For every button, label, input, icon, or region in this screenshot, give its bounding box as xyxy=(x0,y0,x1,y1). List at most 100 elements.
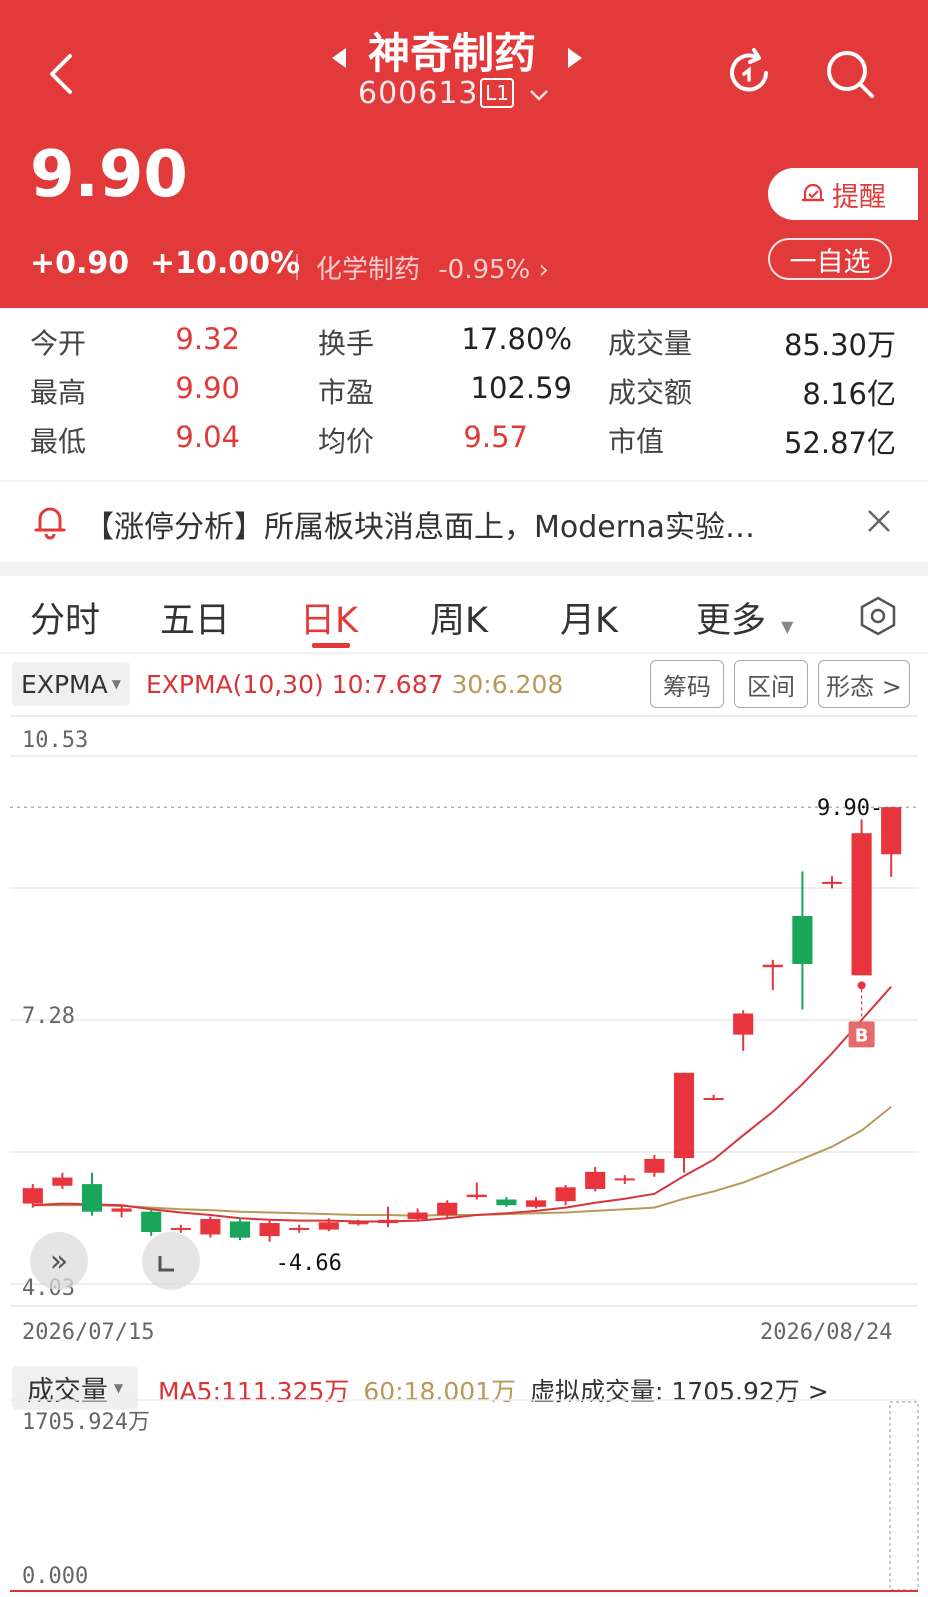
amount-label: 成交额 xyxy=(608,376,693,409)
virtual-volume-bar xyxy=(889,1401,919,1591)
stock-header: 神奇制药 600613 L1 9.90 提醒 +0.90 +10.00% 化学制… xyxy=(0,0,928,308)
watchlist-button[interactable]: 一自选 xyxy=(768,238,892,280)
candle-body xyxy=(111,1208,132,1212)
candle xyxy=(496,1197,517,1207)
pe-value: 102.59 xyxy=(470,371,572,405)
candle xyxy=(525,1197,547,1209)
bell-icon xyxy=(34,507,66,540)
stock-code: 600613 xyxy=(358,76,479,111)
open-value: 9.32 xyxy=(175,322,240,356)
refresh-icon[interactable] xyxy=(722,46,776,100)
candle-body xyxy=(614,1178,635,1181)
buy-marker-label: B xyxy=(855,1025,869,1046)
min-price-marker: -4.66 xyxy=(276,1251,342,1276)
candle-body xyxy=(141,1211,162,1233)
candle-body xyxy=(348,1222,369,1225)
candle-body xyxy=(437,1202,458,1215)
candle-body xyxy=(496,1199,517,1206)
candle-body xyxy=(259,1223,280,1237)
caret-down-icon: ▼ xyxy=(781,617,794,636)
tab-monthly-k[interactable]: 月K xyxy=(560,592,618,643)
x-axis-start-label: 2026/07/15 xyxy=(22,1320,155,1345)
tab-weekly-k[interactable]: 周K xyxy=(430,592,488,643)
candle xyxy=(733,1010,754,1051)
max-price-marker: 9.90- xyxy=(817,796,883,821)
candle xyxy=(703,1094,724,1101)
chips-button[interactable]: 筹码 xyxy=(650,660,724,708)
price-change: +0.90 xyxy=(30,246,130,281)
chevron-down-icon[interactable] xyxy=(528,88,550,102)
low-label: 最低 xyxy=(30,425,87,458)
candle xyxy=(52,1172,73,1189)
candle-body xyxy=(52,1177,73,1186)
candle xyxy=(851,819,872,976)
current-price: 9.90 xyxy=(30,138,188,212)
candle-body xyxy=(81,1184,103,1212)
sector-link[interactable]: 化学制药 -0.95% › xyxy=(316,249,549,286)
candle xyxy=(585,1167,606,1192)
indicator-selector[interactable]: EXPMA ▼ xyxy=(12,662,130,706)
remind-label: 提醒 xyxy=(832,181,886,213)
alarm-icon xyxy=(802,183,824,202)
candle xyxy=(792,871,813,1010)
divider xyxy=(0,562,928,576)
candle-body xyxy=(466,1194,487,1198)
settings-icon[interactable] xyxy=(858,596,898,636)
ema30-value: 30:6.208 xyxy=(451,670,564,699)
ema30-line xyxy=(32,1106,892,1217)
candle-body xyxy=(821,881,843,884)
active-tab-indicator xyxy=(312,643,350,648)
candle-body xyxy=(289,1227,310,1230)
prev-stock-icon[interactable] xyxy=(330,46,348,70)
search-icon[interactable] xyxy=(822,46,878,102)
market-cap-label: 市值 xyxy=(608,425,665,458)
market-cap-value: 52.87亿 xyxy=(783,426,896,460)
caret-down-icon: ▼ xyxy=(113,1381,124,1395)
candle xyxy=(644,1154,665,1177)
close-icon[interactable] xyxy=(866,508,892,534)
candle-body xyxy=(170,1227,191,1230)
y-axis-max-label: 10.53 xyxy=(22,728,89,753)
candle-body xyxy=(525,1200,547,1207)
low-value: 9.04 xyxy=(175,420,240,454)
candle-body xyxy=(200,1219,221,1235)
pe-label: 市盈 xyxy=(318,376,375,409)
candle-body xyxy=(703,1097,724,1100)
tab-five-day[interactable]: 五日 xyxy=(160,592,230,643)
sector-change: -0.95% xyxy=(438,255,531,285)
avg-price-label: 均价 xyxy=(318,425,375,458)
remind-button[interactable]: 提醒 xyxy=(768,168,918,220)
candle-body xyxy=(792,916,813,964)
candle xyxy=(200,1216,221,1238)
candle xyxy=(466,1182,487,1200)
news-banner[interactable]: 【涨停分析】所属板块消息面上，Moderna实验… xyxy=(0,482,928,562)
next-stock-icon[interactable] xyxy=(566,46,584,70)
indicator-params: EXPMA(10,30) xyxy=(146,670,324,699)
fullscreen-icon[interactable] xyxy=(142,1232,200,1290)
volume-chart xyxy=(10,1399,919,1592)
back-icon[interactable] xyxy=(44,52,76,96)
news-text: 【涨停分析】所属板块消息面上，Moderna实验… xyxy=(84,510,755,545)
candle-body xyxy=(229,1221,251,1238)
candle xyxy=(289,1224,310,1233)
tab-daily-k[interactable]: 日K xyxy=(300,592,358,643)
candle-body xyxy=(318,1222,339,1230)
level-badge[interactable]: L1 xyxy=(480,78,514,108)
turnover-value: 17.80% xyxy=(461,322,572,356)
quote-grid: 今开 9.32 换手 17.80% 成交量 85.30万 最高 9.90 市盈 … xyxy=(0,308,928,478)
candle-body xyxy=(881,807,902,855)
candle-body xyxy=(555,1187,576,1202)
candlestick-chart[interactable]: 9.90- -4.66 B xyxy=(0,714,928,1310)
expand-icon[interactable]: » xyxy=(30,1232,88,1290)
price-change-percent: +10.00% xyxy=(150,246,301,281)
tab-more-label: 更多 xyxy=(696,601,767,641)
tab-intraday[interactable]: 分时 xyxy=(30,592,100,643)
candle-body xyxy=(644,1158,665,1173)
candle xyxy=(762,959,783,990)
tab-more[interactable]: 更多 ▼ xyxy=(696,592,793,643)
pattern-button[interactable]: 形态 > xyxy=(818,660,910,708)
buy-dot xyxy=(857,981,866,990)
volume-value: 85.30万 xyxy=(783,328,896,362)
range-button[interactable]: 区间 xyxy=(734,660,808,708)
y-axis-mid-label: 7.28 xyxy=(22,1004,75,1029)
